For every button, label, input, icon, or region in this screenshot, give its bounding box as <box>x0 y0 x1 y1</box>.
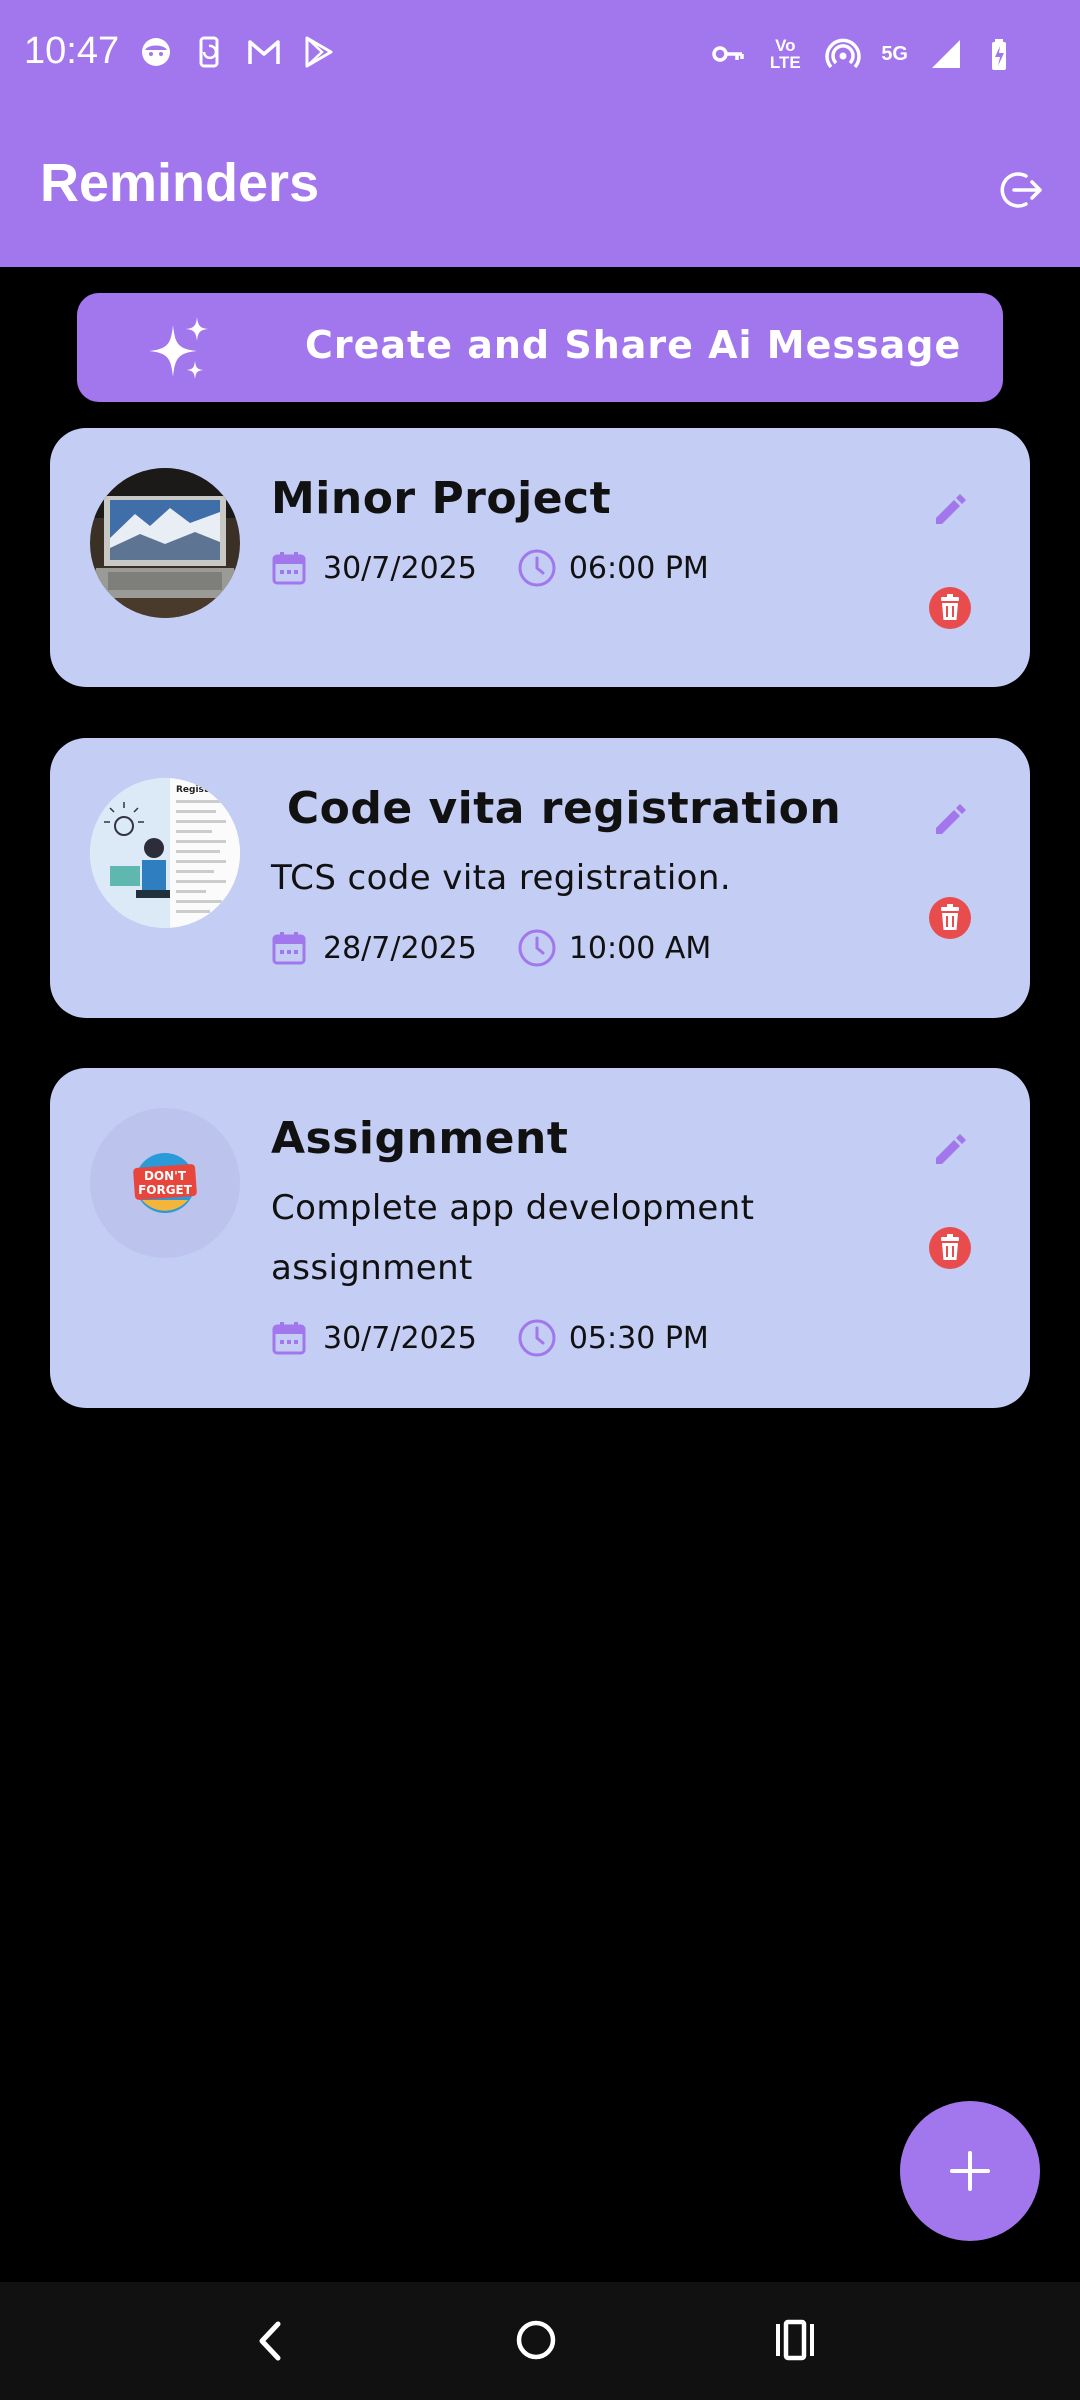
ai-button-label: Create and Share Ai Message <box>305 323 962 367</box>
vpn-key-icon <box>709 36 745 72</box>
home-button[interactable] <box>514 2318 558 2362</box>
clock-icon <box>517 1318 557 1358</box>
sparkle-icon <box>145 315 217 385</box>
status-bar: 10:47 Vo LTE 5G <box>0 0 1080 108</box>
phone-sync-icon <box>192 34 228 70</box>
svg-text:FORGET: FORGET <box>138 1183 193 1197</box>
delete-button[interactable] <box>928 896 972 940</box>
reminder-description: TCS code vita registration. <box>271 858 732 898</box>
reminder-date: 30/7/2025 <box>323 1320 477 1356</box>
reminder-date: 30/7/2025 <box>323 550 477 586</box>
recents-icon <box>776 2319 814 2361</box>
reminder-title: Assignment <box>271 1113 569 1164</box>
reminder-time: 05:30 PM <box>568 1320 709 1356</box>
logout-button[interactable] <box>996 168 1044 212</box>
reminder-datetime: 30/7/2025 06:00 PM <box>271 548 709 588</box>
face-icon <box>138 34 174 70</box>
svg-text:DON'T: DON'T <box>144 1169 187 1183</box>
reminder-datetime: 28/7/2025 10:00 AM <box>271 928 711 968</box>
5g-icon: 5G <box>881 42 908 65</box>
recents-button[interactable] <box>774 2318 816 2362</box>
pencil-icon <box>936 494 966 524</box>
reminder-card[interactable]: Minor Project 30/7/2025 06:00 PM <box>50 428 1030 687</box>
reminder-image: DON'T FORGET <box>90 1108 240 1258</box>
calendar-icon <box>271 1320 307 1356</box>
reminder-description: Complete app development assignment <box>271 1188 755 1288</box>
volte-icon: Vo LTE <box>769 36 801 72</box>
notification-icons <box>138 34 336 74</box>
reminder-image <box>90 468 240 618</box>
add-reminder-button[interactable] <box>900 2101 1040 2241</box>
svg-text:Registra: Registra <box>176 785 219 795</box>
signal-icon <box>928 36 964 72</box>
reminder-datetime: 30/7/2025 05:30 PM <box>271 1318 709 1358</box>
page-title: Reminders <box>40 153 320 213</box>
back-icon <box>259 2321 281 2361</box>
reminder-image: Registra <box>90 778 240 928</box>
delete-button[interactable] <box>928 586 972 630</box>
clock-icon <box>517 548 557 588</box>
delete-button[interactable] <box>928 1226 972 1270</box>
pencil-icon <box>936 1134 966 1164</box>
home-icon <box>516 2320 556 2360</box>
battery-charging-icon <box>984 36 1020 72</box>
pencil-icon <box>936 804 966 834</box>
status-time: 10:47 <box>24 30 120 72</box>
trash-icon <box>929 1227 971 1269</box>
reminder-title: Code vita registration <box>271 783 842 834</box>
play-store-icon <box>300 34 336 70</box>
edit-button[interactable] <box>928 798 972 842</box>
system-navigation-bar <box>0 2282 1080 2400</box>
plus-icon <box>950 2151 990 2191</box>
trash-icon <box>929 587 971 629</box>
gmail-icon <box>246 34 282 70</box>
calendar-icon <box>271 550 307 586</box>
reminder-card[interactable]: DON'T FORGET Assignment Complete app dev… <box>50 1068 1030 1408</box>
back-button[interactable] <box>250 2316 290 2366</box>
create-ai-message-button[interactable]: Create and Share Ai Message <box>77 293 1003 402</box>
reminder-title: Minor Project <box>271 473 612 524</box>
clock-icon <box>517 928 557 968</box>
logout-icon <box>1000 172 1042 208</box>
edit-button[interactable] <box>928 1128 972 1172</box>
app-header: 10:47 Vo LTE 5G Reminders <box>0 0 1080 267</box>
trash-icon <box>929 897 971 939</box>
edit-button[interactable] <box>928 488 972 532</box>
reminder-time: 06:00 PM <box>568 550 709 586</box>
calendar-icon <box>271 930 307 966</box>
system-icons: Vo LTE 5G <box>709 34 1020 74</box>
reminder-card[interactable]: Registra Code vita registration TCS code… <box>50 738 1030 1018</box>
reminder-date: 28/7/2025 <box>323 930 477 966</box>
reminder-time: 10:00 AM <box>568 930 712 966</box>
hotspot-icon <box>825 36 862 72</box>
